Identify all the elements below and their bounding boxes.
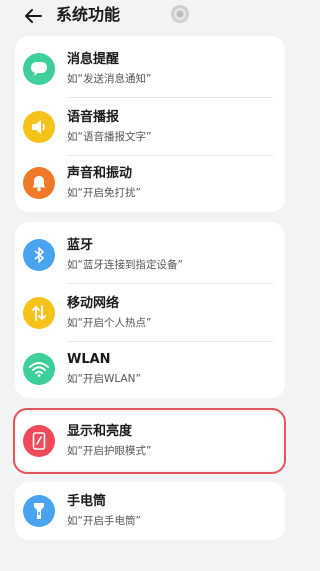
- wifi-icon: [23, 353, 55, 385]
- header: 系统功能: [0, 0, 300, 32]
- list-item-sound-vibration[interactable]: 声音和振动 如“开启免打扰”: [15, 154, 285, 212]
- item-subtitle: 如“开启手电筒”: [67, 515, 141, 527]
- item-title: 语音播报: [67, 110, 120, 125]
- item-subtitle: 如“开启个人热点”: [67, 317, 152, 329]
- mobile-data-icon: [23, 297, 55, 329]
- item-title: 显示和亮度: [67, 424, 133, 439]
- item-title: WLAN: [67, 352, 111, 367]
- page-title: 系统功能: [56, 5, 121, 24]
- item-subtitle: 如“开启WLAN”: [67, 373, 141, 385]
- item-title: 移动网络: [67, 296, 120, 311]
- flashlight-icon: [23, 495, 55, 527]
- list-item-mobile-network[interactable]: 移动网络 如“开启个人热点”: [15, 284, 285, 342]
- card-connectivity: 蓝牙 如“蓝牙连接到指定设备” 移动网络 如“开启个人热点” WLAN 如“开启…: [15, 222, 285, 398]
- back-arrow-icon[interactable]: [22, 6, 44, 26]
- list-item-message-reminder[interactable]: 消息提醒 如“发送消息通知”: [15, 40, 285, 98]
- bell-icon: [23, 167, 55, 199]
- item-title: 消息提醒: [67, 52, 120, 67]
- display-icon: [23, 425, 55, 457]
- card-display: 显示和亮度 如“开启护眼模式”: [15, 412, 285, 470]
- item-title: 声音和振动: [67, 166, 133, 181]
- card-flashlight: 手电筒 如“开启手电筒”: [15, 482, 285, 540]
- item-subtitle: 如“蓝牙连接到指定设备”: [67, 259, 183, 271]
- item-subtitle: 如“语音播报文字”: [67, 131, 152, 143]
- item-title: 蓝牙: [67, 238, 94, 253]
- item-title: 手电筒: [67, 494, 107, 509]
- list-item-wlan[interactable]: WLAN 如“开启WLAN”: [15, 340, 285, 398]
- list-item-display-brightness[interactable]: 显示和亮度 如“开启护眼模式”: [15, 412, 285, 470]
- chat-bubble-icon: [23, 53, 55, 85]
- list-item-bluetooth[interactable]: 蓝牙 如“蓝牙连接到指定设备”: [15, 226, 285, 284]
- speaker-icon: [23, 111, 55, 143]
- list-item-voice-broadcast[interactable]: 语音播报 如“语音播报文字”: [15, 98, 285, 156]
- item-subtitle: 如“发送消息通知”: [67, 73, 152, 85]
- list-item-flashlight[interactable]: 手电筒 如“开启手电筒”: [15, 482, 285, 540]
- item-subtitle: 如“开启免打扰”: [67, 187, 141, 199]
- card-notifications: 消息提醒 如“发送消息通知” 语音播报 如“语音播报文字” 声音和振动 如“开启…: [15, 36, 285, 212]
- floating-button-icon: [170, 4, 190, 24]
- bluetooth-icon: [23, 239, 55, 271]
- item-subtitle: 如“开启护眼模式”: [67, 445, 152, 457]
